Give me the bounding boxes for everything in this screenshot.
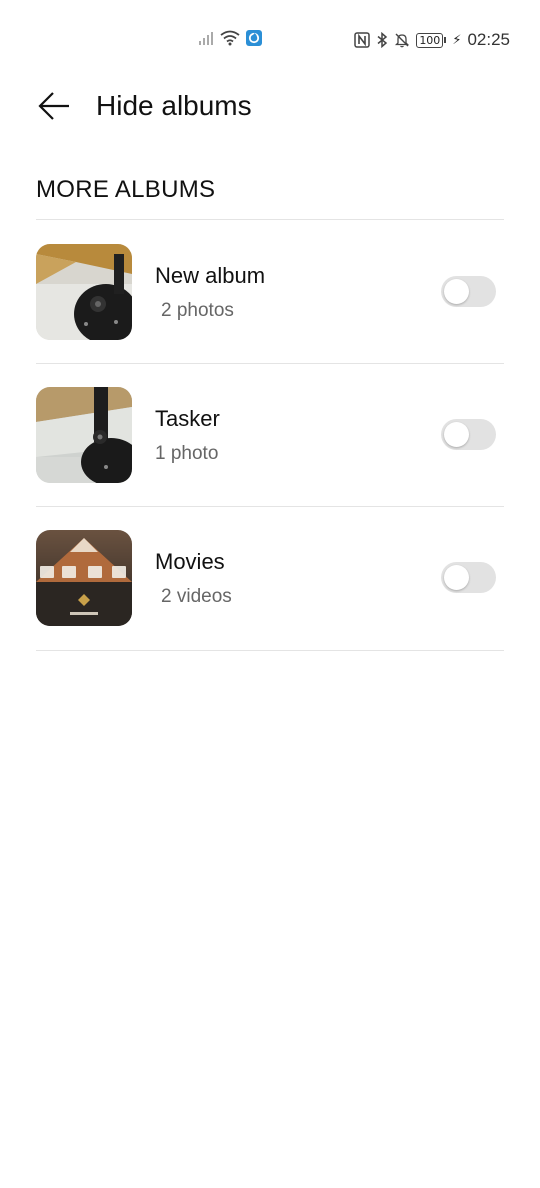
album-row-tasker[interactable]: Tasker 1 photo bbox=[0, 387, 540, 530]
divider bbox=[36, 650, 504, 651]
album-name: Movies bbox=[155, 549, 225, 574]
hide-album-toggle[interactable] bbox=[441, 419, 496, 450]
battery-icon: 100 bbox=[416, 32, 447, 48]
wifi-icon bbox=[220, 30, 240, 46]
bluetooth-icon bbox=[376, 32, 388, 48]
signal-icon bbox=[198, 30, 214, 46]
back-button[interactable] bbox=[30, 86, 78, 130]
status-bar-right: 100 ⚡ 02:25 bbox=[354, 30, 510, 50]
toggle-knob bbox=[444, 422, 469, 447]
divider bbox=[36, 506, 504, 507]
album-name: Tasker bbox=[155, 406, 220, 431]
album-count: 2 videos bbox=[161, 586, 232, 607]
app-notification-icon bbox=[246, 30, 262, 46]
album-thumbnail bbox=[36, 387, 132, 483]
divider bbox=[36, 363, 504, 364]
nfc-icon bbox=[354, 32, 371, 48]
page-title: Hide albums bbox=[96, 90, 252, 121]
status-bar: 100 ⚡ 02:25 bbox=[0, 0, 540, 80]
hide-album-toggle[interactable] bbox=[441, 562, 496, 593]
back-arrow-icon bbox=[36, 88, 72, 129]
album-name: New album bbox=[155, 263, 266, 288]
hide-album-toggle[interactable] bbox=[441, 276, 496, 307]
album-thumbnail bbox=[36, 530, 132, 626]
section-title: MORE ALBUMS bbox=[36, 176, 216, 203]
mute-bell-icon bbox=[394, 32, 410, 48]
album-row-movies[interactable]: Movies 2 videos bbox=[0, 530, 540, 673]
status-time: 02:25 bbox=[467, 30, 510, 49]
album-count: 2 photos bbox=[161, 300, 234, 321]
charging-icon: ⚡ bbox=[452, 32, 462, 47]
album-row-new-album[interactable]: New album 2 photos bbox=[0, 244, 540, 387]
toggle-knob bbox=[444, 279, 469, 304]
album-count: 1 photo bbox=[155, 443, 219, 464]
divider bbox=[36, 219, 504, 220]
toggle-knob bbox=[444, 565, 469, 590]
status-bar-left bbox=[198, 30, 262, 46]
battery-level: 100 bbox=[416, 32, 444, 48]
album-thumbnail bbox=[36, 244, 132, 340]
app-header: Hide albums bbox=[0, 80, 540, 136]
